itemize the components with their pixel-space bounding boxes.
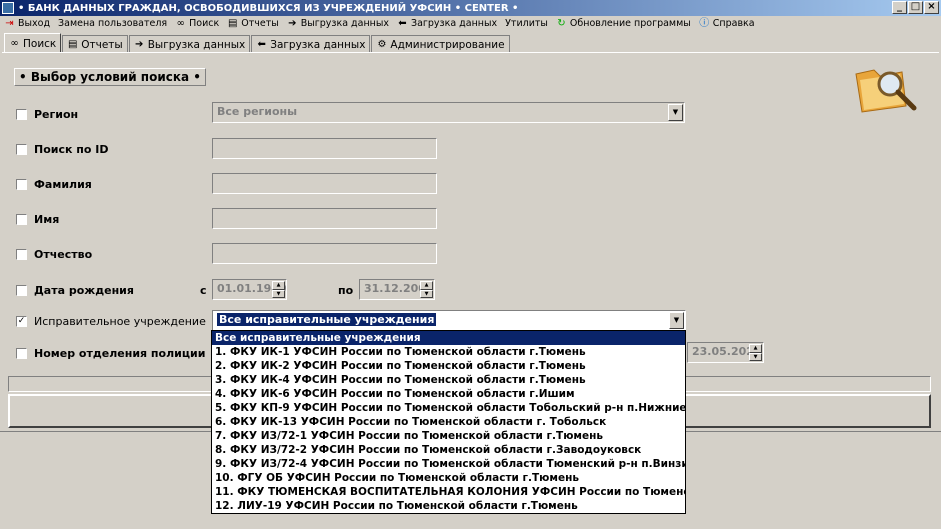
printer-icon: ▤ — [228, 18, 238, 29]
surname-input[interactable] — [212, 173, 437, 194]
menu-utilities[interactable]: Утилиты — [505, 18, 548, 29]
institution-combo[interactable]: Все исправительные учреждения ▼ — [212, 310, 686, 331]
region-combo[interactable]: Все регионы ▼ — [212, 102, 685, 123]
tab-import[interactable]: ⬅ Загрузка данных — [251, 35, 371, 53]
id-checkbox[interactable] — [16, 143, 27, 155]
birthdate-from-input[interactable]: 01.01.1940 ▲ ▼ — [212, 279, 287, 300]
dropdown-item[interactable]: 3. ФКУ ИК-4 УФСИН России по Тюменской об… — [212, 373, 685, 387]
police-checkbox[interactable] — [16, 347, 27, 359]
name-label: Имя — [34, 212, 60, 226]
birthdate-from-spinner[interactable]: ▲ ▼ — [272, 281, 285, 298]
menu-switch-user[interactable]: Замена пользователя — [58, 18, 167, 29]
police-label: Номер отделения полиции — [34, 346, 206, 360]
birthdate-checkbox[interactable] — [16, 284, 27, 296]
surname-checkbox[interactable] — [16, 178, 27, 190]
binoculars-icon: ∞ — [10, 38, 19, 49]
gear-icon: ⚙ — [377, 39, 387, 50]
title-bar: • БАНК ДАННЫХ ГРАЖДАН, ОСВОБОДИВШИХСЯ ИЗ… — [0, 0, 941, 16]
filter-birthdate-row: Дата рождения — [16, 282, 134, 298]
tab-search[interactable]: ∞ Поиск — [4, 33, 62, 53]
surname-label: Фамилия — [34, 177, 92, 191]
tab-export[interactable]: ➔ Выгрузка данных — [128, 35, 251, 53]
chevron-down-icon[interactable]: ▼ — [668, 104, 683, 121]
dropdown-item[interactable]: 6. ФКУ ИК-13 УФСИН России по Тюменской о… — [212, 415, 685, 429]
filter-region-row: Регион — [16, 106, 78, 122]
arrow-right-icon: ➔ — [288, 18, 297, 29]
institution-combo-value: Все исправительные учреждения — [217, 313, 437, 326]
exit-icon: ⇥ — [5, 18, 14, 29]
dropdown-item[interactable]: Все исправительные учреждения — [212, 331, 685, 345]
dropdown-item[interactable]: 5. ФКУ КП-9 УФСИН России по Тюменской об… — [212, 401, 685, 415]
arrow-left-icon: ⬅ — [257, 39, 266, 50]
dropdown-item[interactable]: 4. ФКУ ИК-6 УФСИН России по Тюменской об… — [212, 387, 685, 401]
patronymic-input[interactable] — [212, 243, 437, 264]
menu-bar: ⇥ Выход Замена пользователя ∞ Поиск ▤ Отчет… — [0, 16, 941, 31]
minimize-button[interactable]: _ — [892, 1, 907, 14]
name-input[interactable] — [212, 208, 437, 229]
dropdown-item[interactable]: 9. ФКУ ИЗ/72-4 УФСИН России по Тюменской… — [212, 457, 685, 471]
filter-police-row: Номер отделения полиции — [16, 345, 205, 361]
region-checkbox[interactable] — [16, 108, 27, 120]
patronymic-label: Отчество — [34, 247, 93, 261]
police-date-spinner[interactable]: ▲ ▼ — [749, 344, 762, 361]
institution-label: Исправительное учреждение — [34, 314, 206, 328]
chevron-down-icon[interactable]: ▼ — [669, 312, 684, 329]
dropdown-item[interactable]: 7. ФКУ ИЗ/72-1 УФСИН России по Тюменской… — [212, 429, 685, 443]
region-label: Регион — [34, 107, 79, 121]
filter-institution-row: ✓ Исправительное учреждение — [16, 313, 206, 329]
printer-icon: ▤ — [68, 39, 78, 50]
birthdate-to-label: по — [338, 284, 354, 297]
filter-patronymic-row: Отчество — [16, 246, 92, 262]
dropdown-item[interactable]: 2. ФКУ ИК-2 УФСИН России по Тюменской об… — [212, 359, 685, 373]
dropdown-item[interactable]: 8. ФКУ ИЗ/72-2 УФСИН России по Тюменской… — [212, 443, 685, 457]
institution-dropdown-list[interactable]: Все исправительные учреждения 1. ФКУ ИК-… — [211, 330, 686, 514]
tab-strip: ∞ Поиск ▤ Отчеты ➔ Выгрузка данных ⬅ Загрузк… — [4, 33, 511, 53]
arrow-left-icon: ⬅ — [398, 18, 407, 29]
window-title: • БАНК ДАННЫХ ГРАЖДАН, ОСВОБОДИВШИХСЯ ИЗ… — [18, 2, 519, 14]
menu-reports[interactable]: ▤ Отчеты — [227, 18, 279, 29]
id-label: Поиск по ID — [34, 142, 109, 156]
menu-export[interactable]: ➔ Выгрузка данных — [287, 18, 389, 29]
birthdate-to-input[interactable]: 31.12.2000 ▲ ▼ — [359, 279, 435, 300]
dropdown-item[interactable]: 12. ЛИУ-19 УФСИН России по Тюменской обл… — [212, 499, 685, 513]
filter-name-row: Имя — [16, 211, 59, 227]
birthdate-label: Дата рождения — [34, 283, 134, 297]
app-icon — [2, 2, 14, 14]
name-checkbox[interactable] — [16, 213, 27, 225]
menu-import[interactable]: ⬅ Загрузка данных — [397, 18, 497, 29]
filter-id-row: Поиск по ID — [16, 141, 109, 157]
menu-search[interactable]: ∞ Поиск — [175, 18, 219, 29]
binoculars-icon: ∞ — [176, 18, 185, 29]
id-input[interactable] — [212, 138, 437, 159]
birthdate-from-label: с — [200, 284, 207, 297]
maximize-button[interactable]: □ — [908, 1, 923, 14]
close-button[interactable]: × — [924, 1, 939, 14]
refresh-icon: ↻ — [557, 18, 566, 29]
patronymic-checkbox[interactable] — [16, 248, 27, 260]
dropdown-item[interactable]: 11. ФКУ ТЮМЕНСКАЯ ВОСПИТАТЕЛЬНАЯ КОЛОНИЯ… — [212, 485, 685, 499]
info-icon: ⓘ — [699, 18, 710, 29]
section-title: • Выбор условий поиска • — [14, 68, 206, 86]
filter-surname-row: Фамилия — [16, 176, 92, 192]
dropdown-item[interactable]: 10. ФГУ ОБ УФСИН России по Тюменской обл… — [212, 471, 685, 485]
police-date-input[interactable]: 23.05.2022 ▲ ▼ — [687, 342, 764, 363]
menu-help[interactable]: ⓘ Справка — [699, 18, 754, 29]
tab-administration[interactable]: ⚙ Администрирование — [371, 35, 510, 53]
institution-checkbox[interactable]: ✓ — [16, 315, 27, 327]
menu-exit[interactable]: ⇥ Выход — [4, 18, 50, 29]
tab-reports[interactable]: ▤ Отчеты — [62, 35, 128, 53]
menu-update[interactable]: ↻ Обновление программы — [556, 18, 691, 29]
window-controls: _ □ × — [892, 1, 939, 14]
dropdown-item[interactable]: 1. ФКУ ИК-1 УФСИН России по Тюменской об… — [212, 345, 685, 359]
birthdate-to-spinner[interactable]: ▲ ▼ — [420, 281, 433, 298]
folder-search-icon — [855, 69, 917, 113]
arrow-right-icon: ➔ — [135, 39, 144, 50]
